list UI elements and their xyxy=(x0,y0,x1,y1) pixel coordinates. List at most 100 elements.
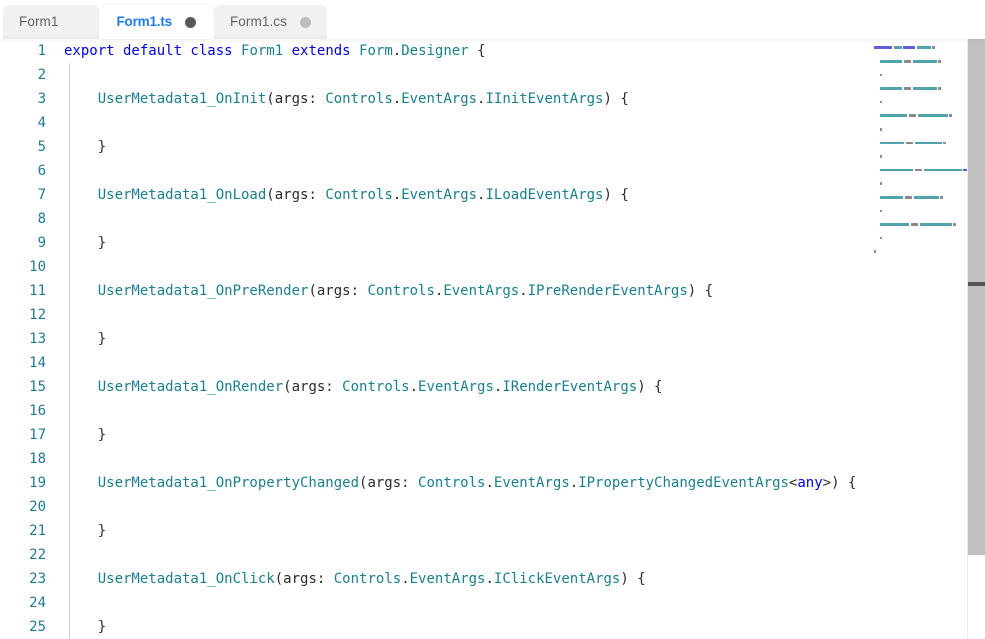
minimap-line xyxy=(868,114,968,121)
code-token: (args: xyxy=(266,187,325,203)
indent-guide xyxy=(69,351,70,375)
minimap-line xyxy=(868,66,968,73)
code-token: Controls xyxy=(334,571,401,587)
code-token: UserMetadata1_OnRender xyxy=(98,379,283,395)
code-line-text: } xyxy=(64,327,106,351)
code-line[interactable]: 16 xyxy=(0,399,868,423)
minimap-line xyxy=(868,209,968,216)
code-token: Controls xyxy=(367,283,434,299)
code-token xyxy=(283,43,291,59)
indent-guide xyxy=(69,207,70,231)
minimap-token xyxy=(874,250,876,253)
code-line[interactable]: 1export default class Form1 extends Form… xyxy=(0,39,868,63)
tab-label: Form1.ts xyxy=(117,15,172,29)
code-token: } xyxy=(64,523,106,539)
indent-guide xyxy=(69,63,70,87)
code-token: . xyxy=(519,283,527,299)
minimap-line xyxy=(868,182,968,189)
code-token: Controls xyxy=(418,475,485,491)
code-line[interactable]: 10 xyxy=(0,255,868,279)
code-content[interactable]: 1export default class Form1 extends Form… xyxy=(0,39,868,639)
code-line[interactable]: 25 } xyxy=(0,615,868,639)
code-line[interactable]: 7 UserMetadata1_OnLoad(args: Controls.Ev… xyxy=(0,183,868,207)
code-line[interactable]: 9 } xyxy=(0,231,868,255)
code-token: . xyxy=(410,379,418,395)
code-token: Form1 xyxy=(241,43,283,59)
code-line[interactable]: 4 xyxy=(0,111,868,135)
code-line-text: } xyxy=(64,423,106,447)
code-token: UserMetadata1_OnLoad xyxy=(98,187,267,203)
minimap-line xyxy=(868,46,968,53)
line-number: 16 xyxy=(0,399,46,423)
code-token: UserMetadata1_OnInit xyxy=(98,91,267,107)
minimap-line xyxy=(868,107,968,114)
code-line-text: UserMetadata1_OnPreRender(args: Controls… xyxy=(64,279,713,303)
code-token: IPreRenderEventArgs xyxy=(528,283,688,299)
code-line[interactable]: 12 xyxy=(0,303,868,327)
line-number: 3 xyxy=(0,87,46,111)
code-line[interactable]: 20 xyxy=(0,495,868,519)
minimap-line xyxy=(868,134,968,141)
code-line[interactable]: 3 UserMetadata1_OnInit(args: Controls.Ev… xyxy=(0,87,868,111)
code-line[interactable]: 5 } xyxy=(0,135,868,159)
code-line[interactable]: 18 xyxy=(0,447,868,471)
tab-form1[interactable]: Form1 xyxy=(3,5,99,39)
code-token: ILoadEventArgs xyxy=(485,187,603,203)
tab-close-dot-icon[interactable] xyxy=(300,17,311,28)
minimap-line xyxy=(868,229,968,236)
tab-label: Form1.cs xyxy=(230,15,287,29)
code-token xyxy=(351,43,359,59)
line-number: 12 xyxy=(0,303,46,327)
code-token: (args: xyxy=(308,283,367,299)
code-token: . xyxy=(393,43,401,59)
code-line-text: } xyxy=(64,231,106,255)
code-token: } xyxy=(64,427,106,443)
code-token: (args: xyxy=(275,571,334,587)
code-line[interactable]: 14 xyxy=(0,351,868,375)
code-token: EventArgs xyxy=(401,187,477,203)
code-line[interactable]: 15 UserMetadata1_OnRender(args: Controls… xyxy=(0,375,868,399)
line-number: 6 xyxy=(0,159,46,183)
code-line[interactable]: 21 } xyxy=(0,519,868,543)
line-number: 21 xyxy=(0,519,46,543)
code-line[interactable]: 24 xyxy=(0,591,868,615)
code-token: } xyxy=(64,235,106,251)
minimap-line xyxy=(868,93,968,100)
code-token: . xyxy=(401,571,409,587)
minimap-line xyxy=(868,39,968,46)
code-line[interactable]: 2 xyxy=(0,63,868,87)
line-number: 11 xyxy=(0,279,46,303)
indent-guide xyxy=(69,303,70,327)
minimap-line xyxy=(868,59,968,66)
code-line[interactable]: 8 xyxy=(0,207,868,231)
minimap-line xyxy=(868,223,968,230)
indent-guide xyxy=(69,255,70,279)
indent-guide xyxy=(69,447,70,471)
code-line[interactable]: 23 UserMetadata1_OnClick(args: Controls.… xyxy=(0,567,868,591)
code-token: ) { xyxy=(637,379,662,395)
code-line[interactable]: 6 xyxy=(0,159,868,183)
minimap-line xyxy=(868,148,968,155)
code-line[interactable]: 13 } xyxy=(0,327,868,351)
vertical-scrollbar[interactable] xyxy=(968,39,985,639)
code-line[interactable]: 19 UserMetadata1_OnPropertyChanged(args:… xyxy=(0,471,868,495)
code-token: Controls xyxy=(325,91,392,107)
line-number: 4 xyxy=(0,111,46,135)
minimap-line xyxy=(868,141,968,148)
tab-modified-dot-icon[interactable] xyxy=(185,17,196,28)
code-line[interactable]: 11 UserMetadata1_OnPreRender(args: Contr… xyxy=(0,279,868,303)
code-token: . xyxy=(393,91,401,107)
line-number: 17 xyxy=(0,423,46,447)
code-token: Controls xyxy=(342,379,409,395)
code-token: . xyxy=(570,475,578,491)
scrollbar-thumb[interactable] xyxy=(968,39,985,555)
code-line[interactable]: 22 xyxy=(0,543,868,567)
code-line[interactable]: 17 } xyxy=(0,423,868,447)
code-token xyxy=(64,379,98,395)
minimap-line xyxy=(868,121,968,128)
line-number: 23 xyxy=(0,567,46,591)
editor-minimap[interactable] xyxy=(868,39,968,639)
tab-form1-cs[interactable]: Form1.cs xyxy=(214,5,327,39)
code-editor[interactable]: 1export default class Form1 extends Form… xyxy=(0,39,985,639)
tab-form1-ts[interactable]: Form1.ts xyxy=(101,5,212,39)
